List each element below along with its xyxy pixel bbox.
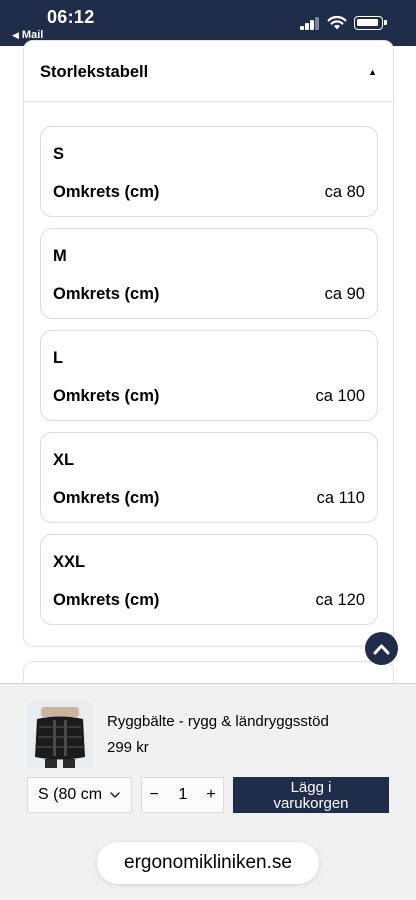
measure-label: Omkrets (cm) (53, 387, 160, 405)
back-triangle-icon: ◀ (12, 30, 19, 40)
url-text: ergonomikliniken.se (124, 852, 292, 873)
quantity-value[interactable]: 1 (166, 778, 200, 812)
measure-label: Omkrets (cm) (53, 285, 160, 303)
measure-value: ca 80 (324, 183, 365, 201)
chevron-up-icon (373, 644, 390, 654)
measure-label: Omkrets (cm) (53, 183, 160, 201)
increase-quantity-button[interactable]: + (199, 778, 223, 812)
measure-value: ca 100 (315, 387, 365, 405)
size-table-header[interactable]: Storlekstabell ▲ (24, 41, 393, 102)
measure-value: ca 110 (316, 489, 365, 507)
add-to-cart-label: Lägg i varukorgen (273, 778, 349, 812)
variant-value: S (80 cm (38, 786, 103, 803)
add-to-cart-button[interactable]: Lägg i varukorgen (233, 777, 389, 813)
variant-select[interactable]: S (80 cm (27, 777, 132, 813)
size-label: XXL (53, 553, 86, 571)
measure-value: ca 90 (324, 285, 365, 303)
scroll-to-top-button[interactable] (365, 632, 398, 665)
measure-value: ca 120 (315, 591, 365, 609)
measure-label: Omkrets (cm) (53, 591, 160, 609)
back-brace-image (27, 701, 93, 768)
size-row-l: L Omkrets (cm) ca 100 (40, 330, 378, 421)
size-label: L (53, 349, 64, 367)
size-label: M (53, 247, 67, 265)
measure-label: Omkrets (cm) (53, 489, 160, 507)
size-label: S (53, 145, 65, 163)
size-table-title: Storlekstabell (40, 63, 149, 81)
wifi-icon (327, 15, 347, 30)
collapse-triangle-icon[interactable]: ▲ (368, 67, 377, 77)
cellular-signal-icon (300, 16, 320, 30)
decrease-quantity-button[interactable]: − (142, 778, 166, 812)
size-row-s: S Omkrets (cm) ca 80 (40, 126, 378, 217)
size-row-xl: XL Omkrets (cm) ca 110 (40, 432, 378, 523)
status-time: 06:12 (47, 7, 95, 27)
size-label: XL (53, 451, 75, 469)
quantity-stepper: − 1 + (141, 777, 224, 813)
product-price: 299 kr (107, 739, 149, 756)
size-row-xxl: XXL Omkrets (cm) ca 120 (40, 534, 378, 625)
url-bar[interactable]: ergonomikliniken.se (97, 842, 319, 884)
size-row-m: M Omkrets (cm) ca 90 (40, 228, 378, 319)
product-name: Ryggbälte - rygg & ländryggsstöd (107, 713, 329, 730)
sticky-cart-bar: Ryggbälte - rygg & ländryggsstöd 299 kr … (0, 683, 416, 900)
battery-icon (354, 16, 387, 30)
product-thumbnail (27, 701, 93, 768)
chevron-down-icon (110, 792, 120, 798)
size-table-accordion: Storlekstabell ▲ S Omkrets (cm) ca 80 M … (23, 40, 394, 647)
